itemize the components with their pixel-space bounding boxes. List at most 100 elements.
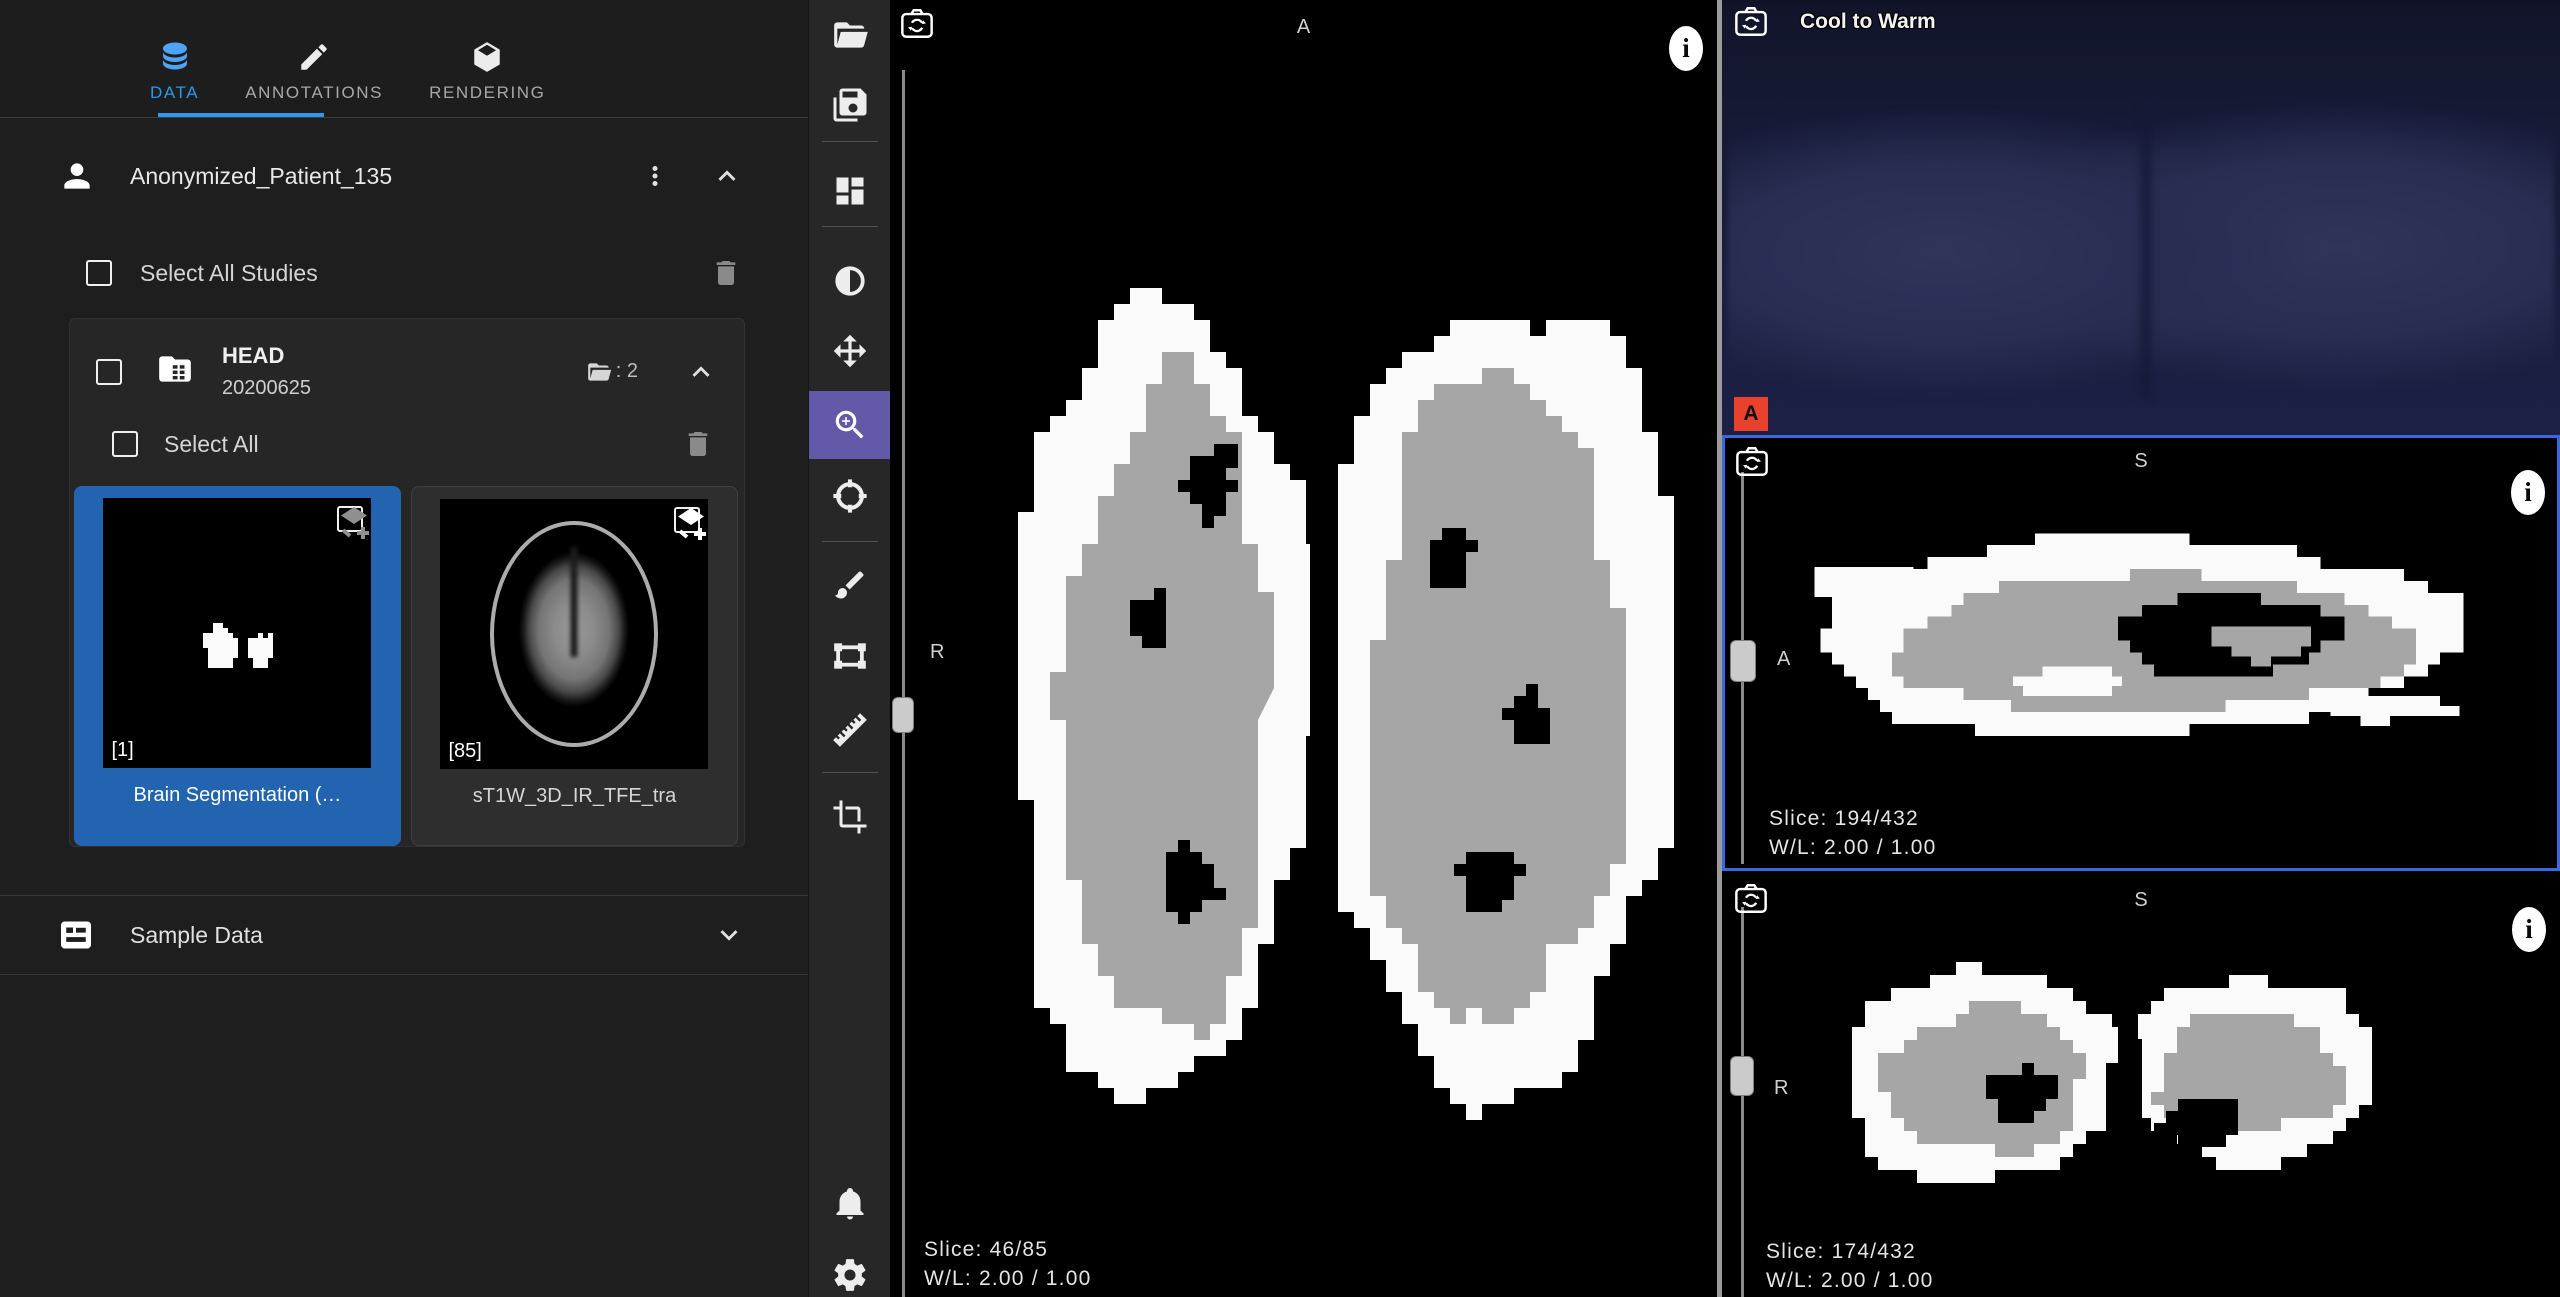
pan-move-icon — [831, 332, 869, 370]
orientation-label-top: S — [1725, 450, 2557, 473]
orientation-label-left: A — [1777, 648, 1790, 671]
slice-slider-handle[interactable] — [1730, 1056, 1754, 1096]
chevron-down-icon[interactable] — [712, 918, 746, 952]
crosshairs-icon — [831, 477, 869, 515]
slice-indicator: Slice: 194/432 — [1769, 804, 1936, 833]
series-card-segmentation[interactable]: [1] Brain Segmentation (… — [74, 486, 401, 846]
series-count-text: : 2 — [616, 360, 638, 383]
viewport-sagittal-selected[interactable]: S i A Slice: 194/432 W/L: 2.00 / 1.00 — [1722, 435, 2560, 871]
select-all-studies-checkbox[interactable] — [86, 260, 112, 286]
reset-camera-button[interactable] — [1735, 446, 1769, 480]
reset-camera-button[interactable] — [1734, 6, 1768, 40]
sample-data-accordion[interactable]: Sample Data — [0, 895, 808, 975]
person-icon — [58, 157, 96, 195]
coronal-brain-segmentation-image — [1722, 871, 2560, 1297]
camera-reset-icon — [1734, 6, 1768, 37]
viewport-axial[interactable]: A i R Slice: 46/85 W/L: 2.00 / 1.00 — [890, 0, 1717, 1297]
study-collapse-button[interactable] — [680, 351, 722, 393]
series-caption: Brain Segmentation (… — [134, 784, 342, 807]
crop-tool[interactable] — [809, 788, 891, 846]
slice-slider-track[interactable] — [902, 70, 905, 1297]
series-caption: sT1W_3D_IR_TFE_tra — [473, 785, 676, 808]
study-folder-icon — [156, 350, 194, 393]
orientation-label-top: S — [1722, 889, 2560, 912]
patient-collapse-button[interactable] — [706, 155, 748, 197]
toolbar-divider — [822, 141, 878, 142]
window-level-indicator: W/L: 2.00 / 1.00 — [1769, 833, 1936, 862]
rectangle-handles-icon — [831, 637, 869, 675]
delete-series-button[interactable] — [678, 424, 718, 464]
slice-slider-handle[interactable] — [1730, 640, 1756, 682]
info-button[interactable]: i — [2512, 907, 2546, 952]
slice-slider-track[interactable] — [1741, 907, 1744, 1297]
segmentation-thumbnail: [1] — [103, 498, 371, 768]
contrast-icon — [832, 263, 868, 299]
zoom-tool[interactable] — [809, 391, 891, 459]
info-button[interactable]: i — [1669, 26, 1703, 71]
viewport-3d-volume[interactable]: Cool to Warm A — [1722, 0, 2560, 435]
paint-tool[interactable] — [809, 556, 891, 614]
save-session-button[interactable] — [809, 76, 891, 134]
delete-studies-button[interactable] — [706, 253, 746, 293]
polygon-tool[interactable] — [809, 627, 891, 685]
camera-reset-icon — [1734, 883, 1768, 914]
layouts-button[interactable] — [809, 162, 891, 220]
tab-annotations[interactable]: ANNOTATIONS — [245, 40, 383, 103]
open-files-button[interactable] — [809, 6, 891, 64]
slice-slider-handle[interactable] — [892, 697, 914, 733]
reset-camera-button[interactable] — [900, 8, 934, 42]
active-tab-underline — [158, 113, 324, 117]
axial-brain-segmentation-image — [890, 0, 1717, 1297]
mri-brain-image — [490, 521, 658, 747]
tab-rendering[interactable]: RENDERING — [429, 40, 545, 103]
viewport-coronal[interactable]: S i R Slice: 174/432 W/L: 2.00 / 1.00 — [1722, 871, 2560, 1297]
notifications-button[interactable] — [809, 1174, 891, 1232]
study-title: HEAD — [222, 343, 311, 369]
sidebar: DATA ANNOTATIONS RENDERING Anonymized_Pa… — [0, 0, 808, 1297]
select-all-series-row: Select All — [70, 416, 744, 472]
series-count: : 2 — [586, 359, 638, 385]
toolbar-divider — [822, 772, 878, 773]
info-button[interactable]: i — [2511, 470, 2545, 515]
series-card-t1w[interactable]: [85] sT1W_3D_IR_TFE_tra — [411, 486, 738, 846]
tab-data[interactable]: DATA — [150, 38, 199, 103]
mri-thumbnail: [85] — [440, 499, 708, 769]
sample-data-icon — [58, 917, 94, 953]
reset-camera-button[interactable] — [1734, 883, 1768, 917]
add-layer-icon[interactable] — [337, 506, 371, 540]
orientation-label-top: A — [890, 16, 1717, 39]
orientation-axis-marker[interactable]: A — [1734, 397, 1768, 431]
cube-icon — [470, 40, 504, 74]
window-level-tool[interactable] — [809, 252, 891, 310]
study-card: HEAD 20200625 : 2 Select All — [69, 318, 745, 847]
series-thumbnails: [1] Brain Segmentation (… [85] sT1W_3D_I… — [70, 472, 744, 846]
settings-button[interactable] — [809, 1246, 891, 1297]
crop-icon — [832, 799, 868, 835]
pan-tool[interactable] — [809, 322, 891, 380]
slice-count-badge: [1] — [111, 739, 133, 762]
select-all-studies-row: Select All Studies — [0, 234, 808, 312]
ruler-tool[interactable] — [809, 701, 891, 759]
crosshairs-tool[interactable] — [809, 467, 891, 525]
gear-icon — [831, 1256, 869, 1294]
orientation-label-left: R — [1774, 1077, 1788, 1100]
study-header-row[interactable]: HEAD 20200625 : 2 — [70, 319, 744, 416]
tool-rail — [808, 0, 890, 1297]
slice-count-badge: [85] — [448, 740, 481, 763]
camera-reset-icon — [1735, 446, 1769, 477]
study-checkbox[interactable] — [96, 359, 122, 385]
slice-indicator: Slice: 46/85 — [924, 1235, 1091, 1264]
select-all-studies-label: Select All Studies — [140, 260, 318, 287]
patient-accordion[interactable]: Anonymized_Patient_135 — [0, 118, 808, 234]
window-level-indicator: W/L: 2.00 / 1.00 — [924, 1264, 1091, 1293]
folder-open-icon — [831, 16, 869, 54]
trash-icon — [682, 428, 714, 460]
toolbar-divider — [822, 226, 878, 227]
patient-menu-button[interactable] — [636, 157, 674, 195]
sample-data-label: Sample Data — [130, 922, 263, 949]
zoom-magnifier-icon — [831, 406, 869, 444]
tab-data-label: DATA — [150, 83, 199, 103]
add-layer-icon[interactable] — [674, 507, 708, 541]
study-date: 20200625 — [222, 377, 311, 400]
select-all-series-checkbox[interactable] — [112, 431, 138, 457]
